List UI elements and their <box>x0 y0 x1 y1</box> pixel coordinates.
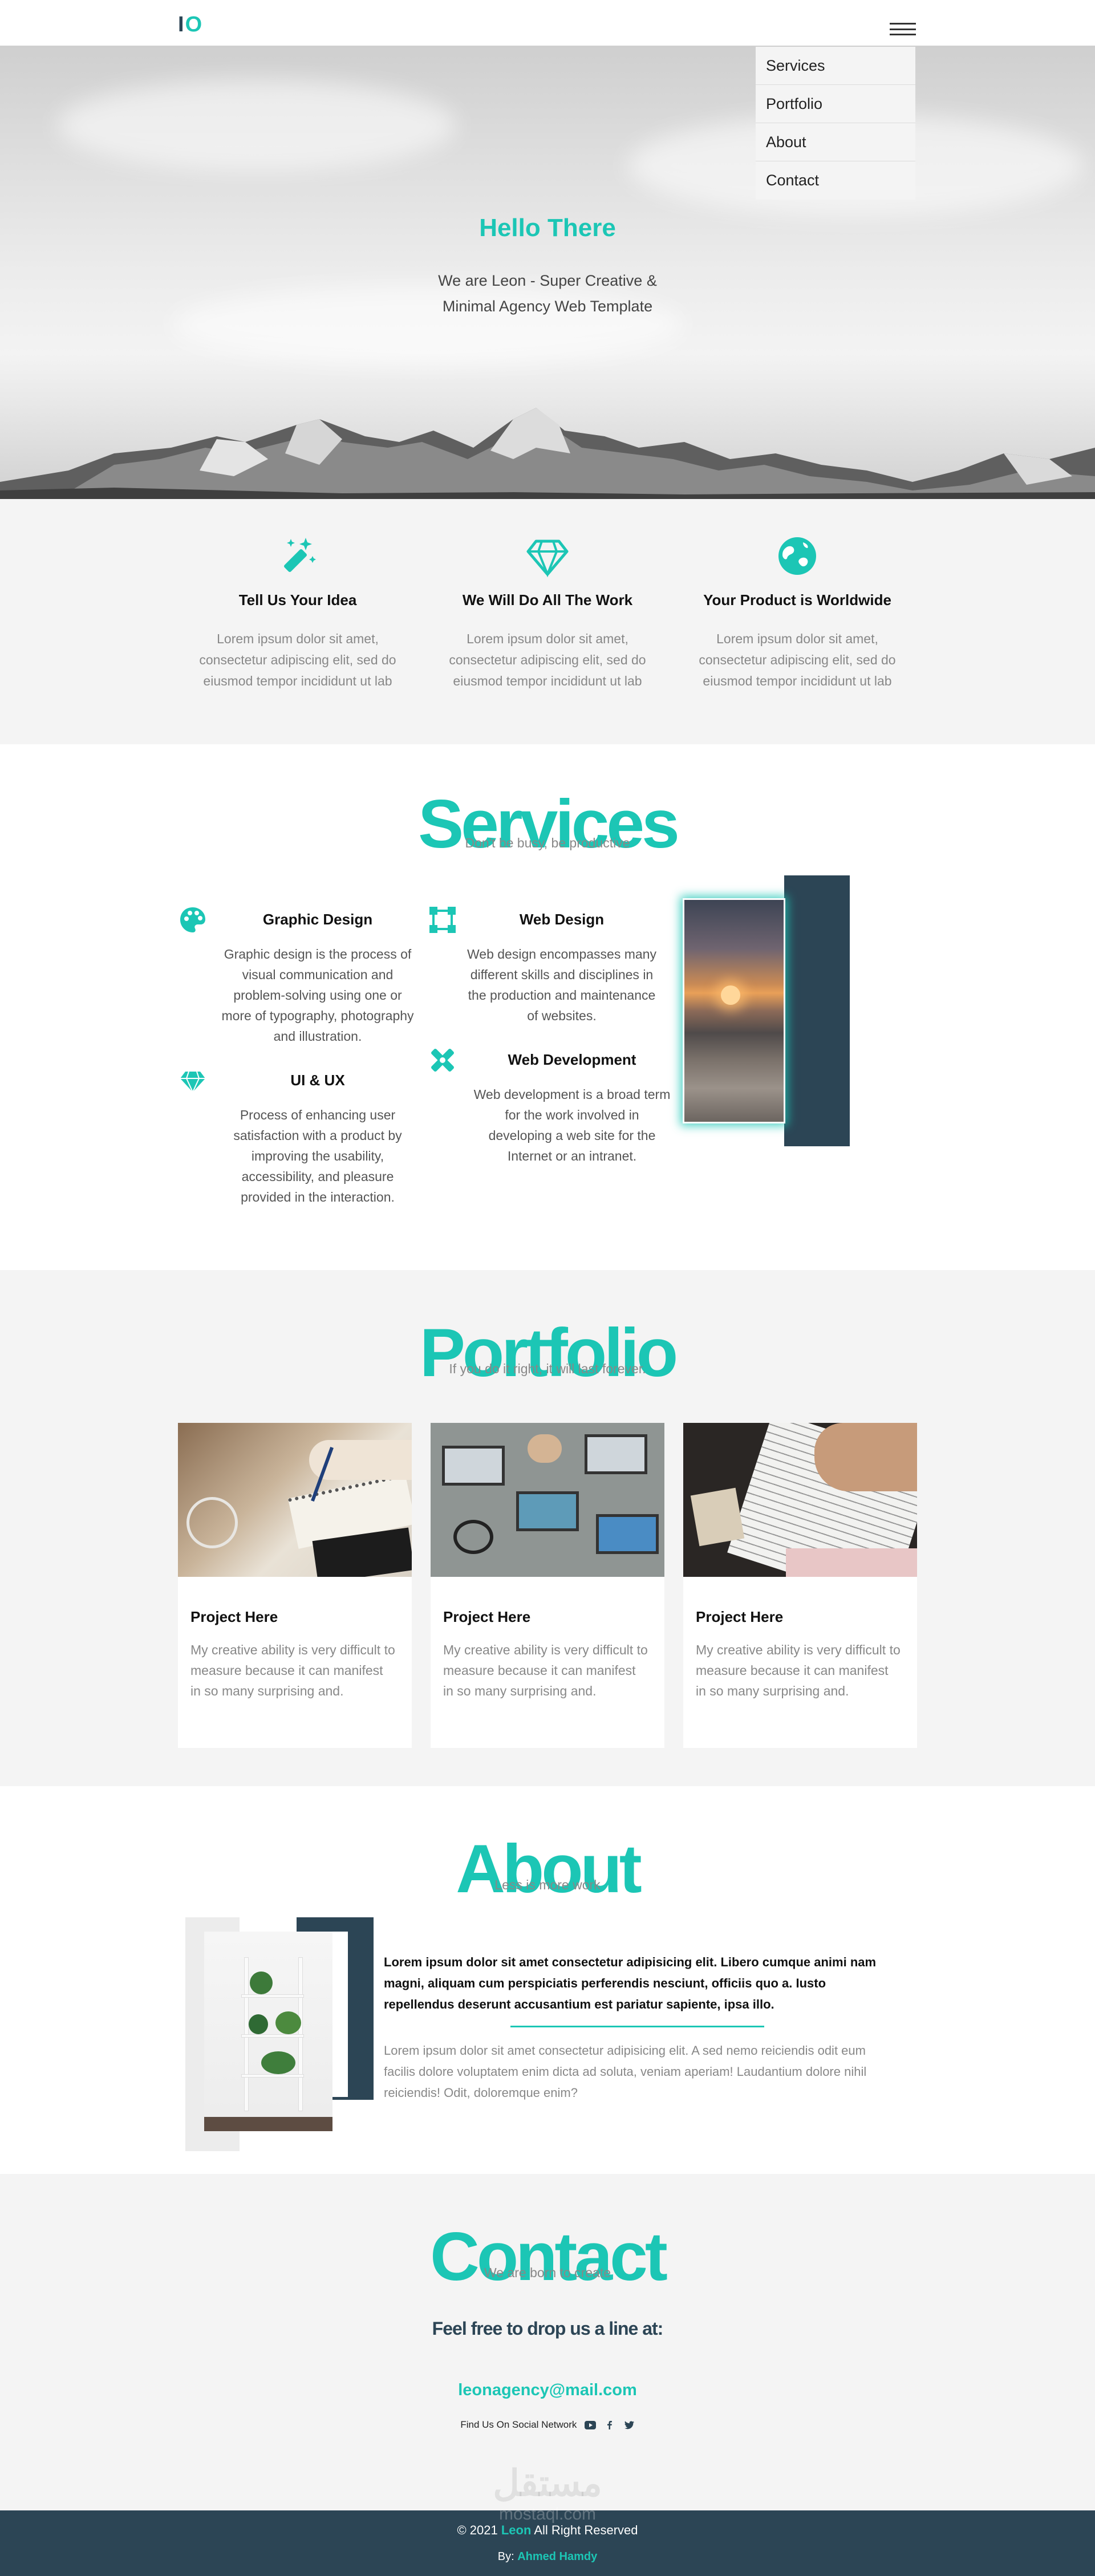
mountain-sunset-image <box>683 898 785 1123</box>
copyright: © 2021 Leon All Right Reserved <box>0 2523 1095 2538</box>
service-item: UI & UX Process of enhancing user satisf… <box>178 1066 423 1214</box>
section-subtitle: Less is more work <box>494 1877 601 1892</box>
brand-name: Leon <box>501 2523 532 2537</box>
service-title: Web Design <box>519 911 605 928</box>
notebook-writing-image <box>178 1423 412 1577</box>
portfolio-section: Portfolio If you do it right, it will la… <box>0 1270 1095 1786</box>
plant-shelf-image <box>204 1932 332 2131</box>
section-title: Contact <box>430 2218 668 2295</box>
about-text: Lorem ipsum dolor sit amet consectetur a… <box>384 2043 867 2100</box>
feature-text: Lorem ipsum dolor sit amet, consectetur … <box>699 631 896 688</box>
menu-item-services[interactable]: Services <box>756 47 915 85</box>
card-text: My creative ability is very difficult to… <box>443 1642 648 1698</box>
gem-icon <box>180 1071 205 1094</box>
exam-paper-image <box>683 1423 917 1577</box>
palette-icon <box>180 907 205 932</box>
twitter-icon[interactable] <box>623 2421 635 2429</box>
section-subtitle: If you do it right, it will last forever… <box>449 1361 646 1376</box>
features-section: Tell Us Your Idea Lorem ipsum dolor sit … <box>0 499 1095 744</box>
section-title: Portfolio <box>419 1315 678 1391</box>
feature-card: We Will Do All The Work Lorem ipsum dolo… <box>433 533 662 692</box>
hero-subtitle: We are Leon - Super Creative & Minimal A… <box>438 272 657 315</box>
top-bar: IO <box>0 0 1095 46</box>
card-text: My creative ability is very difficult to… <box>190 1642 395 1698</box>
card-title: Project Here <box>696 1608 784 1625</box>
footer: mostaql.com © 2021 Leon All Right Reserv… <box>0 2505 1095 2576</box>
feature-text: Lorem ipsum dolor sit amet, consectetur … <box>449 631 646 688</box>
section-subtitle: We are born to create <box>484 2265 611 2280</box>
contact-line: Feel free to drop us a line at: <box>432 2318 664 2339</box>
hero-title: Hello There <box>479 214 616 242</box>
menu-item-portfolio[interactable]: Portfolio <box>756 85 915 123</box>
tools-icon <box>431 1049 454 1072</box>
feature-title: Your Product is Worldwide <box>703 591 891 608</box>
service-text: Process of enhancing user satisfaction w… <box>233 1108 402 1204</box>
watermark-url: mostaql.com <box>498 2505 597 2524</box>
magic-wand-icon <box>284 538 316 572</box>
feature-card: Your Product is Worldwide Lorem ipsum do… <box>683 533 911 692</box>
portfolio-card[interactable]: Project Here My creative ability is very… <box>178 1423 412 1748</box>
globe-icon <box>778 537 816 575</box>
service-item: Web Development Web development is a bro… <box>428 1045 673 1171</box>
section-title: About <box>456 1831 642 1907</box>
menu-item-about[interactable]: About <box>756 123 915 161</box>
mountains-image <box>0 408 1095 499</box>
hero-section: Hello There We are Leon - Super Creative… <box>0 46 1095 499</box>
feature-title: Tell Us Your Idea <box>238 591 357 608</box>
portfolio-card[interactable]: Project Here My creative ability is very… <box>683 1423 917 1748</box>
team-laptops-image <box>431 1423 664 1577</box>
logo-letter-o: O <box>185 13 204 36</box>
author-credit: By: Ahmed Hamdy <box>0 2550 1095 2563</box>
feature-text: Lorem ipsum dolor sit amet, consectetur … <box>199 631 396 688</box>
about-section: About Less is more work Lorem ipsum dolo… <box>0 1786 1095 2174</box>
portfolio-card[interactable]: Project Here My creative ability is very… <box>431 1423 664 1748</box>
service-item: Web Design Web design encompasses many d… <box>428 905 673 1031</box>
service-title: Graphic Design <box>262 911 373 928</box>
card-title: Project Here <box>190 1608 278 1625</box>
services-section: Services Don't be busy, be productive Gr… <box>0 744 1095 1270</box>
social-label: Find Us On Social Network <box>460 2419 577 2430</box>
vector-square-icon <box>429 907 456 933</box>
page: IO Services Portfolio About Contact Hell… <box>0 0 1095 2576</box>
about-lead-text: Lorem ipsum dolor sit amet consectetur a… <box>384 1955 877 2011</box>
contact-section: Contact We are born to create Feel free … <box>0 2174 1095 2510</box>
logo[interactable]: IO <box>178 13 203 37</box>
copyright-suffix: All Right Reserved <box>534 2523 638 2537</box>
divider <box>510 2026 764 2027</box>
copyright-prefix: © 2021 <box>457 2523 498 2537</box>
card-title: Project Here <box>443 1608 531 1625</box>
social-row: Find Us On Social Network <box>0 2419 1095 2431</box>
image-backdrop <box>784 875 850 1146</box>
feature-title: We Will Do All The Work <box>462 591 633 608</box>
section-subtitle: Don't be busy, be productive <box>465 835 630 850</box>
logo-letter-l: I <box>178 13 185 36</box>
author-prefix: By: <box>497 2550 514 2563</box>
card-text: My creative ability is very difficult to… <box>696 1642 901 1698</box>
service-title: Web Development <box>508 1051 636 1068</box>
service-text: Graphic design is the process of visual … <box>221 947 414 1044</box>
service-title: UI & UX <box>290 1072 345 1089</box>
dropdown-menu: Services Portfolio About Contact <box>756 47 915 200</box>
service-text: Web design encompasses many different sk… <box>467 947 656 1023</box>
facebook-icon[interactable] <box>604 2421 615 2430</box>
service-text: Web development is a broad term for the … <box>473 1087 671 1163</box>
diamond-icon <box>526 539 569 578</box>
hamburger-menu-icon[interactable] <box>890 23 916 35</box>
menu-item-contact[interactable]: Contact <box>756 161 915 200</box>
author-name[interactable]: Ahmed Hamdy <box>517 2550 597 2563</box>
contact-email-link[interactable]: leonagency@mail.com <box>0 2381 1095 2400</box>
youtube-icon[interactable] <box>585 2421 597 2430</box>
watermark: مستقل <box>493 2463 602 2504</box>
service-item: Graphic Design Graphic design is the pro… <box>178 905 423 1053</box>
feature-card: Tell Us Your Idea Lorem ipsum dolor sit … <box>184 533 412 692</box>
